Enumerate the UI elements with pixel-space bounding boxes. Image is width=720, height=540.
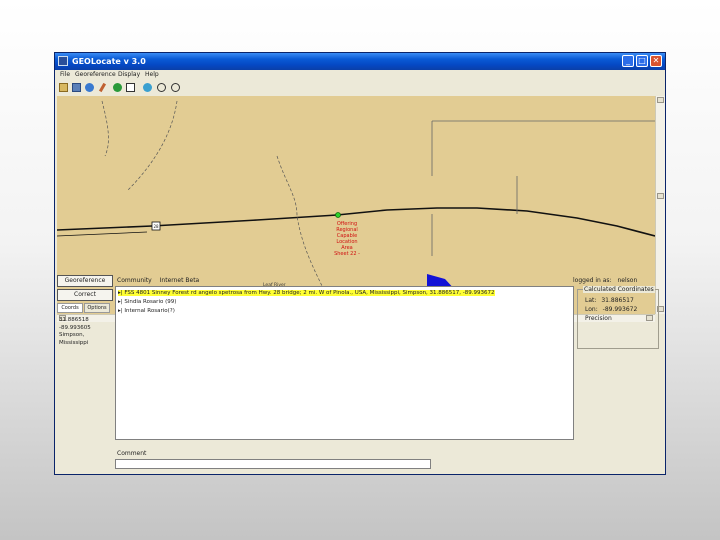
save-icon[interactable]	[72, 83, 81, 92]
georeference-button[interactable]: Georeference	[57, 275, 113, 287]
comment-label: Comment	[117, 450, 147, 457]
login-label: logged in as:	[573, 277, 612, 284]
precision-label: Precision	[585, 315, 612, 322]
result-marker[interactable]	[335, 212, 341, 218]
menu-file[interactable]: File	[60, 71, 70, 78]
toolbar	[55, 81, 665, 95]
result-longitude: -89.993605	[59, 324, 91, 331]
result-county: Simpson,	[59, 332, 85, 338]
result-state: Mississippi	[59, 339, 89, 346]
zoom-in-icon[interactable]	[157, 83, 166, 92]
minimize-button[interactable]: _	[622, 55, 634, 67]
locality-header-right: Internet Beta	[159, 277, 200, 284]
locality-list[interactable]: ▸| FSS 4801 Sinney Forest rd angelo spet…	[115, 286, 574, 440]
map-result-label: Offering Regional Capable Location Area …	[334, 221, 360, 257]
locality-header: Community Internet Beta	[117, 277, 199, 284]
boundary-line	[431, 120, 655, 176]
highway-shield-number: 28	[153, 224, 159, 229]
lat-value: 31.886517	[601, 297, 634, 304]
list-item[interactable]: ▸| FSS 4801 Sinney Forest rd angelo spet…	[118, 290, 495, 296]
result-tabs: Coords Options	[57, 303, 113, 313]
lon-label: Lon:	[585, 306, 598, 313]
app-icon	[58, 56, 68, 66]
scroll-middle-icon[interactable]	[657, 193, 664, 199]
application-window: GEOLocate v 3.0 _ □ ✕ File Georeference …	[54, 52, 666, 475]
maximize-button[interactable]: □	[636, 55, 648, 67]
world-icon[interactable]	[143, 83, 152, 92]
menu-display[interactable]: Display	[118, 71, 140, 78]
tab-options[interactable]: Options	[84, 303, 110, 313]
dashed-road	[126, 100, 178, 192]
menu-bar: File Georeference Display Help	[55, 70, 665, 80]
correct-button[interactable]: Correct	[57, 289, 113, 301]
boundary-line	[431, 176, 518, 256]
login-user: nelson	[617, 277, 638, 284]
globe-icon[interactable]	[85, 83, 94, 92]
zoom-out-icon[interactable]	[171, 83, 180, 92]
coordinates-lat: Lat: 31.886517	[585, 297, 634, 304]
coordinates-lon: Lon: -89.993672	[585, 306, 637, 313]
road-line	[57, 231, 148, 237]
locality-header-left: Community	[117, 277, 152, 284]
coordinates-group: Calculated Coordinates Lat: 31.886517 Lo…	[577, 286, 659, 349]
window-title: GEOLocate v 3.0	[72, 57, 146, 66]
lon-value: -89.993672	[602, 306, 638, 313]
list-item[interactable]: ▸| Sindia Rosario (99)	[118, 299, 176, 305]
result-list: 31.886518 -89.993605 Simpson, Mississipp…	[59, 317, 113, 347]
coordinates-legend: Calculated Coordinates	[583, 286, 655, 293]
scroll-up-icon[interactable]	[657, 97, 664, 103]
open-icon[interactable]	[59, 83, 68, 92]
earth-green-icon[interactable]	[113, 83, 122, 92]
menu-georeference[interactable]: Georeference	[75, 71, 116, 78]
edit-icon[interactable]	[126, 83, 135, 92]
title-bar[interactable]: GEOLocate v 3.0 _ □ ✕	[55, 53, 665, 70]
close-button[interactable]: ✕	[650, 55, 662, 67]
dashed-road	[101, 100, 109, 157]
result-latitude: 31.886518	[59, 317, 89, 323]
map-vertical-scrollbar[interactable]	[655, 96, 665, 314]
menu-help[interactable]: Help	[145, 71, 159, 78]
comment-input[interactable]	[115, 459, 431, 469]
lat-label: Lat:	[585, 297, 597, 304]
pencil-icon[interactable]	[98, 82, 107, 93]
login-status: logged in as: nelson	[573, 277, 637, 284]
list-item[interactable]: ▸| Internal Rosario(?)	[118, 308, 175, 314]
tab-coords[interactable]: Coords	[57, 303, 83, 313]
